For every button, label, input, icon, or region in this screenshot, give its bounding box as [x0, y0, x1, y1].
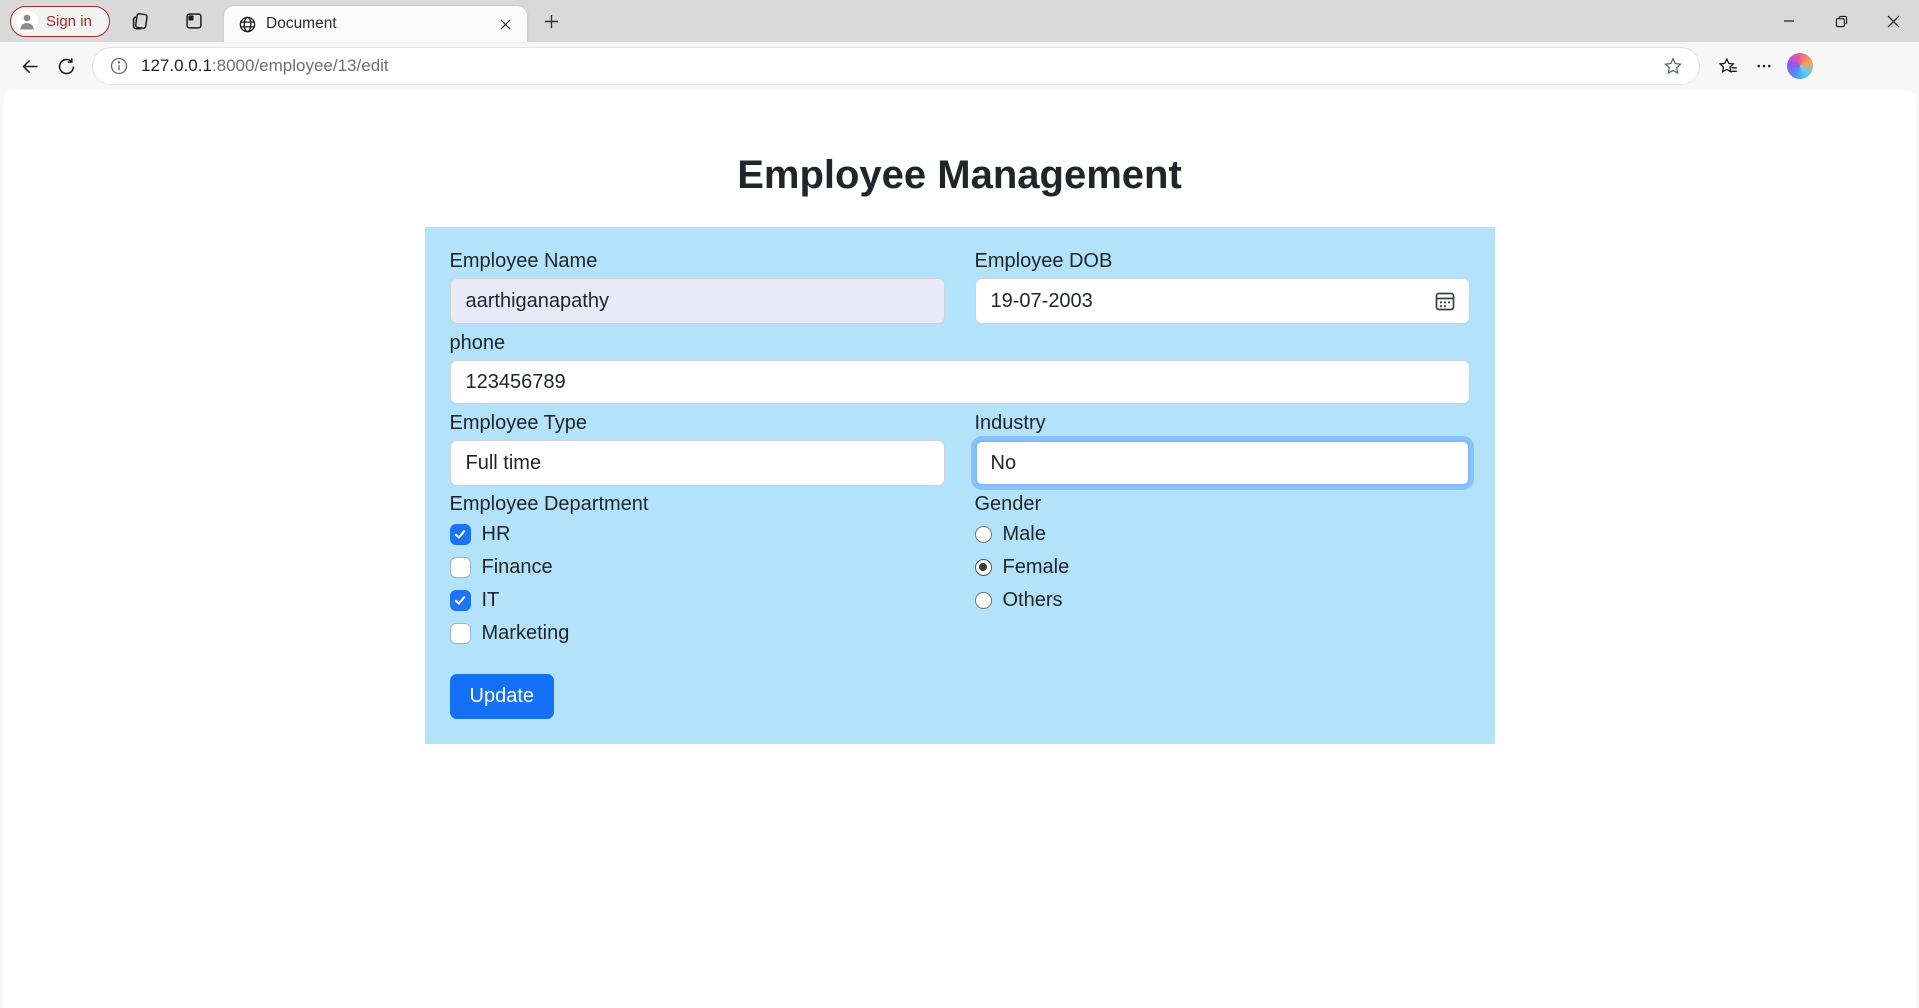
department-option-label: Marketing — [482, 622, 570, 645]
window-controls — [1763, 0, 1919, 42]
tab-close-icon[interactable] — [493, 12, 517, 36]
employee-type-input[interactable] — [450, 440, 945, 486]
employee-name-input[interactable] — [450, 278, 945, 324]
back-button[interactable] — [12, 48, 48, 84]
gender-option-label: Female — [1003, 556, 1070, 579]
globe-icon — [238, 15, 257, 34]
employee-dob-label: Employee DOB — [975, 249, 1470, 273]
employee-form: Employee Name Employee DOB — [425, 227, 1495, 744]
calendar-icon[interactable] — [1433, 289, 1457, 313]
favorite-star-icon[interactable] — [1655, 48, 1691, 84]
minimize-button[interactable] — [1763, 0, 1815, 42]
gender-option-label: Others — [1003, 589, 1063, 612]
phone-input[interactable] — [450, 360, 1470, 404]
employee-dob-input[interactable] — [975, 278, 1470, 324]
avatar-icon — [16, 10, 38, 32]
department-checkbox[interactable] — [450, 623, 471, 644]
department-option-row: Marketing — [450, 620, 945, 646]
gender-option-row: Others — [975, 587, 1470, 613]
gender-radio[interactable] — [975, 559, 992, 576]
tab-document[interactable]: Document — [224, 6, 527, 42]
employee-type-label: Employee Type — [450, 411, 945, 435]
department-option-row: IT — [450, 587, 945, 613]
department-option-label: HR — [482, 523, 511, 546]
gender-option-row: Female — [975, 554, 1470, 580]
phone-label: phone — [450, 331, 1470, 355]
update-button[interactable]: Update — [450, 674, 555, 719]
sign-in-button[interactable]: Sign in — [10, 6, 110, 37]
refresh-button[interactable] — [48, 48, 84, 84]
close-button[interactable] — [1867, 0, 1919, 42]
department-checkbox[interactable] — [450, 557, 471, 578]
new-tab-button[interactable] — [539, 9, 563, 33]
workspaces-icon[interactable] — [126, 7, 154, 35]
gender-radio[interactable] — [975, 526, 992, 543]
tab-title: Document — [266, 15, 484, 33]
industry-label: Industry — [975, 411, 1470, 435]
url-path: :8000/employee/13/edit — [212, 56, 389, 75]
tab-actions-icon[interactable] — [180, 7, 208, 35]
address-bar[interactable]: 127.0.0.1:8000/employee/13/edit — [92, 47, 1700, 85]
gender-radio[interactable] — [975, 592, 992, 609]
browser-window: Sign in Document — [0, 0, 1919, 90]
sign-in-label: Sign in — [46, 13, 92, 30]
favorites-icon[interactable] — [1710, 48, 1746, 84]
department-option-label: IT — [482, 589, 500, 612]
gender-option-row: Male — [975, 521, 1470, 547]
industry-input[interactable] — [975, 440, 1470, 486]
navigation-bar: 127.0.0.1:8000/employee/13/edit — [0, 42, 1919, 90]
department-checkbox[interactable] — [450, 590, 471, 611]
settings-ellipsis-icon[interactable] — [1746, 48, 1782, 84]
department-option-label: Finance — [482, 556, 553, 579]
copilot-icon[interactable] — [1782, 48, 1818, 84]
department-option-row: Finance — [450, 554, 945, 580]
tab-strip: Sign in Document — [0, 0, 1919, 42]
employee-name-label: Employee Name — [450, 249, 945, 273]
site-info-icon[interactable] — [109, 56, 129, 76]
department-option-row: HR — [450, 521, 945, 547]
url-host: 127.0.0.1 — [141, 56, 212, 75]
restore-button[interactable] — [1815, 0, 1867, 42]
department-checkbox[interactable] — [450, 524, 471, 545]
url-text: 127.0.0.1:8000/employee/13/edit — [141, 56, 1655, 76]
employee-department-label: Employee Department — [450, 492, 945, 516]
web-page: Employee Management Employee Name Employ… — [3, 90, 1916, 1008]
gender-label: Gender — [975, 492, 1470, 516]
page-title: Employee Management — [3, 152, 1916, 198]
gender-option-label: Male — [1003, 523, 1046, 546]
